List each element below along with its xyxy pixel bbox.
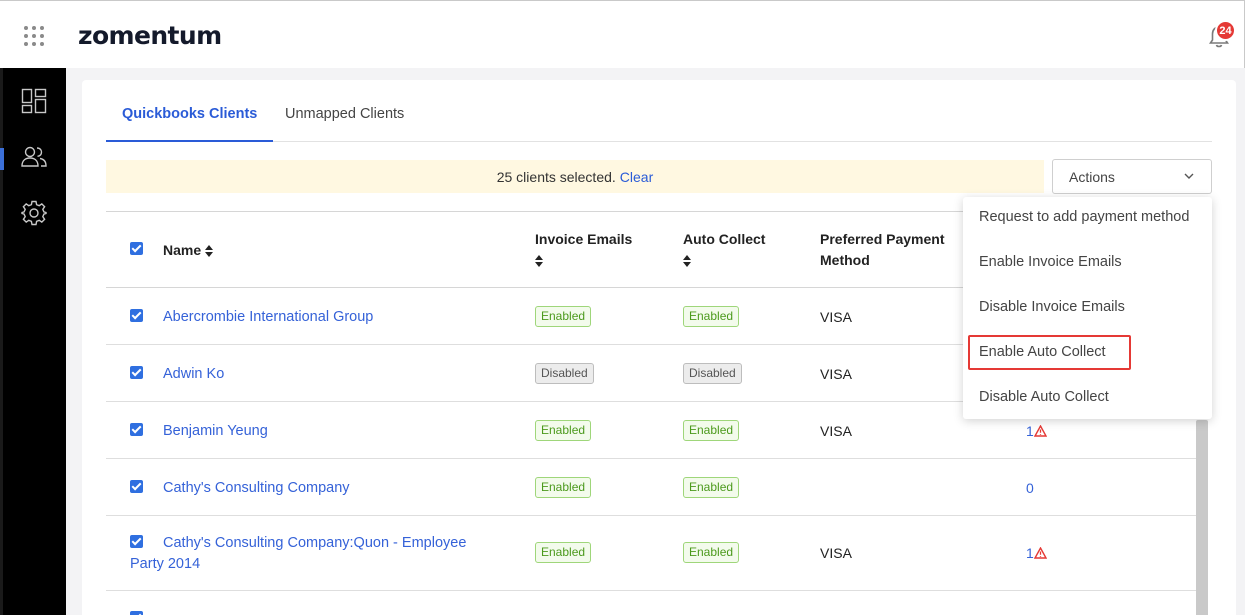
- tab-unmapped-clients[interactable]: Unmapped Clients: [269, 96, 420, 142]
- menu-item-disable-invoice-emails[interactable]: Disable Invoice Emails: [979, 299, 1125, 315]
- top-header: zomentum 24: [0, 0, 1245, 68]
- sort-icon[interactable]: [535, 255, 543, 268]
- sidebar-item-dashboard[interactable]: [14, 81, 54, 121]
- tab-quickbooks-clients[interactable]: Quickbooks Clients: [106, 96, 274, 142]
- warning-icon: [1033, 425, 1047, 437]
- payment-method: VISA: [820, 423, 852, 439]
- row-checkbox[interactable]: [130, 309, 143, 322]
- invoice-count: 1: [1026, 423, 1034, 439]
- tab-bar: Quickbooks Clients Unmapped Clients: [106, 96, 1212, 142]
- auto-collect-header-label: Auto Collect: [683, 231, 766, 247]
- selection-count-text: 25 clients selected.: [496, 168, 616, 185]
- client-name-link[interactable]: Abercrombie International Group: [163, 307, 373, 328]
- invoice-count-link[interactable]: 1: [1026, 423, 1047, 439]
- client-name-line1: Cathy's Consulting Company:Quon - Employ…: [163, 535, 467, 551]
- invoice-emails-header-label: Invoice Emails: [535, 231, 633, 247]
- auto-collect-status-badge: Enabled: [683, 477, 740, 498]
- zomentum-logo[interactable]: zomentum: [78, 21, 222, 50]
- payment-method: VISA: [820, 309, 852, 325]
- gear-icon: [21, 200, 47, 226]
- table-row: Cathy's Consulting Company Enabled Enabl…: [106, 459, 1196, 516]
- row-checkbox[interactable]: [130, 480, 143, 493]
- users-icon: [21, 146, 47, 167]
- menu-item-disable-auto-collect[interactable]: Disable Auto Collect: [979, 389, 1109, 405]
- sidebar-item-clients[interactable]: [14, 137, 54, 177]
- preferred-payment-column-header: Preferred Payment Method: [820, 229, 945, 271]
- row-checkbox[interactable]: [130, 366, 143, 379]
- dashboard-icon: [21, 88, 47, 114]
- clear-selection-link[interactable]: Clear: [620, 169, 653, 185]
- auto-collect-status-badge: Enabled: [683, 542, 740, 563]
- auto-collect-column-header[interactable]: Auto Collect: [683, 229, 765, 271]
- selection-banner: 25 clients selected. Clear: [106, 160, 1044, 193]
- client-name-link[interactable]: Benjamin Yeung: [163, 421, 268, 442]
- sort-icon[interactable]: [683, 255, 691, 268]
- sidebar: [0, 68, 66, 615]
- invoice-count: 0: [1026, 480, 1034, 496]
- invoice-emails-status-badge: Enabled: [535, 306, 592, 327]
- name-column-header[interactable]: Name: [163, 240, 214, 261]
- invoice-emails-column-header[interactable]: Invoice Emails: [535, 229, 632, 271]
- notification-badge: 24: [1215, 20, 1236, 41]
- auto-collect-status-badge: Enabled: [683, 306, 740, 327]
- actions-menu: Request to add payment method Enable Inv…: [963, 197, 1212, 419]
- app-launcher-icon[interactable]: [24, 26, 44, 46]
- menu-item-enable-invoice-emails[interactable]: Enable Invoice Emails: [979, 254, 1122, 270]
- auto-collect-status-badge: Enabled: [683, 420, 740, 441]
- menu-item-request-payment-method[interactable]: Request to add payment method: [979, 209, 1189, 225]
- warning-icon: [1033, 547, 1047, 559]
- invoice-emails-status-badge: Disabled: [535, 363, 594, 384]
- invoice-count-link[interactable]: 1: [1026, 545, 1047, 561]
- preferred-payment-header-line1: Preferred Payment: [820, 231, 945, 247]
- invoice-emails-status-badge: Enabled: [535, 477, 592, 498]
- client-name-link[interactable]: Cathy's Consulting Company: [163, 478, 350, 499]
- chevron-down-icon: [1184, 173, 1194, 179]
- invoice-count-link[interactable]: 0: [1026, 480, 1034, 496]
- row-checkbox[interactable]: [130, 423, 143, 436]
- sort-icon[interactable]: [205, 245, 214, 258]
- client-name-line2: Party 2014: [130, 556, 201, 572]
- invoice-emails-status-badge: Enabled: [535, 420, 592, 441]
- actions-dropdown-button[interactable]: Actions: [1052, 159, 1212, 194]
- active-nav-indicator: [0, 148, 4, 170]
- row-checkbox[interactable]: [130, 611, 143, 615]
- table-scrollbar[interactable]: [1196, 420, 1208, 615]
- client-name-link[interactable]: Cathy's Consulting Company:Quon - Employ…: [130, 533, 490, 575]
- table-row: [106, 591, 1196, 615]
- menu-item-enable-auto-collect[interactable]: Enable Auto Collect: [979, 344, 1106, 360]
- preferred-payment-header-line2: Method: [820, 252, 870, 268]
- select-all-checkbox[interactable]: [130, 242, 143, 255]
- name-header-label: Name: [163, 242, 202, 258]
- actions-label: Actions: [1069, 169, 1115, 185]
- payment-method: VISA: [820, 366, 852, 382]
- sidebar-item-settings[interactable]: [14, 193, 54, 233]
- payment-method: VISA: [820, 545, 852, 561]
- invoice-count: 1: [1026, 545, 1034, 561]
- client-name-link[interactable]: Adwin Ko: [163, 364, 224, 385]
- table-row: Cathy's Consulting Company:Quon - Employ…: [106, 516, 1196, 591]
- auto-collect-status-badge: Disabled: [683, 363, 742, 384]
- invoice-emails-status-badge: Enabled: [535, 542, 592, 563]
